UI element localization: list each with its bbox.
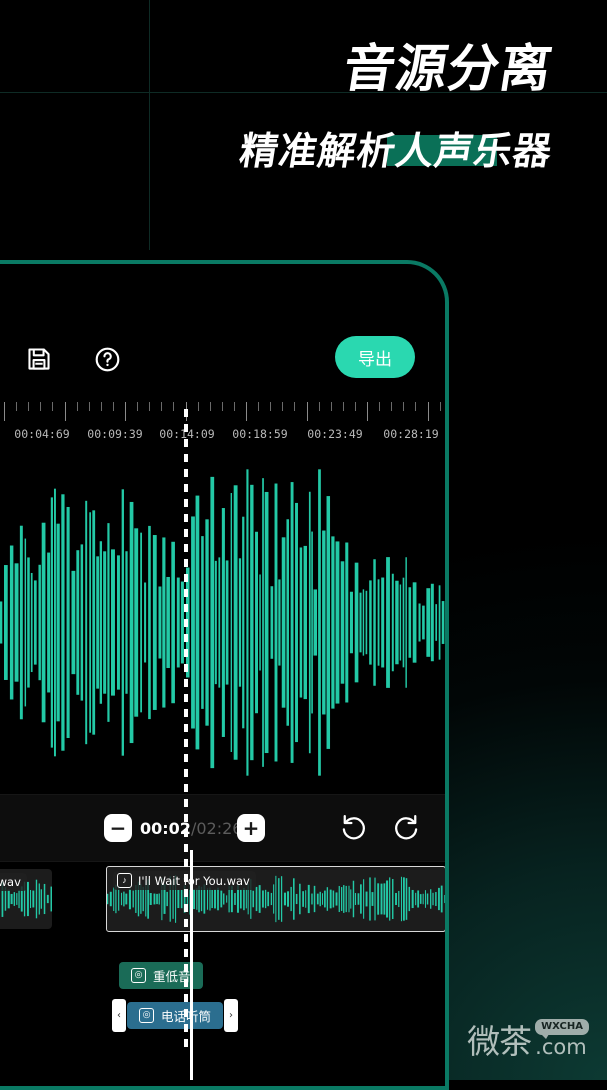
plus-icon: + xyxy=(242,816,260,840)
zoom-in-button[interactable]: + xyxy=(237,814,265,842)
headline-line1-row: 音源分离 xyxy=(339,40,557,166)
speaker-icon: ◎ xyxy=(139,1008,154,1023)
timeline-ruler[interactable]: 00:04:6900:09:3900:14:0900:18:5900:23:49… xyxy=(0,399,445,451)
track-clip[interactable]: I'll Wait.wav xyxy=(0,869,52,929)
minus-icon: − xyxy=(109,816,127,840)
time-display: 00:02/02:26 xyxy=(140,819,242,838)
waveform-display[interactable] xyxy=(0,456,445,789)
playhead-solid[interactable] xyxy=(190,850,193,1080)
watermark-domain: .com xyxy=(535,1035,587,1059)
watermark-badge: WXCHA xyxy=(535,1019,589,1039)
ruler-labels: 00:04:6900:09:3900:14:0900:18:5900:23:49… xyxy=(14,427,439,441)
track-area: I'll Wait.wav ‹ ♪ I'll Wait for You.wav … xyxy=(0,864,445,1086)
effect-trim-handle-right[interactable]: › xyxy=(224,999,239,1032)
help-icon xyxy=(95,347,119,371)
clip-label: I'll Wait.wav xyxy=(0,873,27,891)
track-clip-selected[interactable]: ‹ ♪ I'll Wait for You.wav xyxy=(106,866,445,932)
watermark-text: 微茶 xyxy=(467,1022,532,1061)
clip-name: I'll Wait.wav xyxy=(0,875,21,889)
guide-line-vertical xyxy=(149,0,150,250)
redo-icon xyxy=(395,815,418,840)
save-button[interactable] xyxy=(20,340,58,378)
effect-chip-phone[interactable]: ‹ ◎ 电话听筒 › xyxy=(112,999,239,1032)
chevron-left-icon: ‹ xyxy=(117,1009,121,1021)
zoom-out-button[interactable]: − xyxy=(104,814,132,842)
chevron-right-icon: › xyxy=(229,1009,234,1021)
ruler-ticks xyxy=(0,399,445,425)
clip-name: I'll Wait for You.wav xyxy=(138,873,250,888)
transport-bar: − 00:02/02:26 + xyxy=(0,794,445,862)
app-toolbar: 导出 xyxy=(0,324,445,394)
playhead-dashed[interactable] xyxy=(184,409,188,1049)
headline-line2: 精准解析人声乐器 xyxy=(236,129,556,173)
speaker-icon: ◎ xyxy=(131,968,146,983)
undo-button[interactable] xyxy=(339,812,371,844)
headline-line2-row: 精准解析人声乐器 xyxy=(236,129,556,173)
redo-button[interactable] xyxy=(391,812,423,844)
music-note-icon: ♪ xyxy=(117,873,132,888)
headline-line1: 音源分离 xyxy=(339,40,557,99)
waveform-svg xyxy=(0,469,445,776)
total-time: 02:26 xyxy=(196,819,243,838)
help-button[interactable] xyxy=(88,340,126,378)
save-icon xyxy=(28,348,50,370)
watermark: 微茶 WXCHA .com xyxy=(467,1019,589,1058)
app-panel: 导出 00:04:6900:09:3900:14:0900:18:5900:23… xyxy=(0,260,449,1090)
export-button-label: 导出 xyxy=(358,349,392,370)
export-button[interactable]: 导出 xyxy=(335,336,415,378)
effect-trim-handle-left[interactable]: ‹ xyxy=(112,999,126,1032)
undo-icon xyxy=(342,815,365,840)
